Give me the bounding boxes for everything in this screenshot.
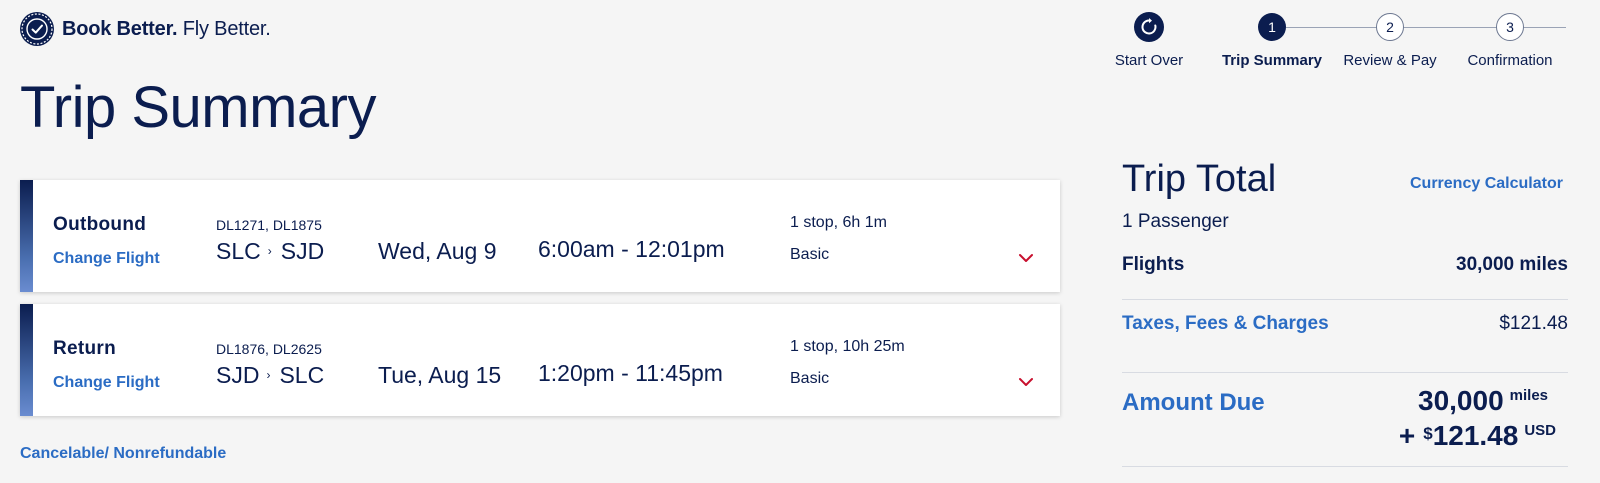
fare-class: Basic bbox=[790, 246, 830, 263]
flight-route: SJD › SLC bbox=[216, 362, 324, 389]
flight-numbers: DL1876, DL2625 bbox=[216, 341, 322, 357]
logo-tagline-normal: Fly Better. bbox=[177, 17, 271, 40]
taxes-fees-value: $121.48 bbox=[1499, 313, 1568, 334]
currency-calculator-link[interactable]: Currency Calculator bbox=[1410, 175, 1563, 193]
amount-due-label: Amount Due bbox=[1122, 389, 1265, 416]
chevron-down-icon[interactable] bbox=[1018, 252, 1034, 264]
fare-class: Basic bbox=[790, 370, 830, 387]
amount-due-usd: + $ 121.48 USD bbox=[1399, 420, 1556, 452]
step-3-circle: 3 bbox=[1496, 13, 1524, 41]
due-usd-unit: USD bbox=[1524, 422, 1556, 439]
flights-cost-label: Flights bbox=[1122, 254, 1185, 275]
flight-numbers: DL1271, DL1875 bbox=[216, 217, 322, 233]
step-2-circle: 2 bbox=[1376, 13, 1404, 41]
card-accent-bar bbox=[20, 180, 33, 292]
origin-code: SJD bbox=[216, 362, 260, 388]
trip-total-title: Trip Total bbox=[1122, 158, 1277, 200]
start-over-button[interactable] bbox=[1134, 12, 1164, 42]
due-miles-value: 30,000 bbox=[1418, 385, 1504, 416]
stepper-line bbox=[1286, 27, 1566, 28]
route-arrow-icon: › bbox=[267, 243, 272, 258]
destination-code: SLC bbox=[279, 362, 325, 388]
destination-code: SJD bbox=[280, 238, 325, 264]
booking-stepper: Start Over 1 Trip Summary 2 Review & Pay… bbox=[1100, 10, 1600, 80]
flight-times: 6:00am - 12:01pm bbox=[538, 236, 725, 262]
logo-tagline: Book Better. Fly Better. bbox=[62, 18, 271, 41]
page-title: Trip Summary bbox=[20, 75, 377, 140]
card-accent-bar bbox=[20, 304, 33, 416]
logo-tagline-bold: Book Better. bbox=[62, 17, 178, 40]
refresh-icon bbox=[1141, 18, 1157, 35]
taxes-fees-link[interactable]: Taxes, Fees & Charges bbox=[1122, 313, 1329, 335]
flight-date: Tue, Aug 15 bbox=[378, 362, 502, 388]
flight-direction: Outbound bbox=[53, 214, 147, 235]
flight-card-outbound: Outbound Change Flight DL1271, DL1875 SL… bbox=[20, 180, 1060, 292]
cancel-policy-link[interactable]: Cancelable/ Nonrefundable bbox=[20, 445, 226, 463]
step-1-circle: 1 bbox=[1258, 13, 1286, 41]
flight-card-return: Return Change Flight DL1876, DL2625 SJD … bbox=[20, 304, 1060, 416]
chevron-down-icon[interactable] bbox=[1018, 376, 1034, 388]
flight-direction: Return bbox=[53, 338, 117, 359]
passenger-count: 1 Passenger bbox=[1122, 211, 1229, 232]
divider bbox=[1122, 466, 1568, 467]
currency-symbol: $ bbox=[1423, 424, 1433, 443]
origin-code: SLC bbox=[216, 238, 261, 264]
flight-times: 1:20pm - 11:45pm bbox=[538, 360, 723, 386]
step-2-label: Review & Pay bbox=[1343, 52, 1437, 69]
flights-cost-value: 30,000 miles bbox=[1456, 254, 1568, 275]
delta-widget-icon bbox=[20, 12, 54, 46]
change-flight-link[interactable]: Change Flight bbox=[53, 250, 160, 268]
divider bbox=[1122, 372, 1568, 373]
flight-date: Wed, Aug 9 bbox=[378, 238, 497, 264]
flight-stops: 1 stop, 6h 1m bbox=[790, 214, 887, 231]
step-3-label: Confirmation bbox=[1467, 52, 1553, 69]
step-1-label: Trip Summary bbox=[1221, 52, 1323, 69]
start-over-label[interactable]: Start Over bbox=[1115, 52, 1183, 69]
amount-due-miles: 30,000 miles bbox=[1418, 385, 1548, 417]
due-usd-value: 121.48 bbox=[1432, 420, 1519, 451]
flight-route: SLC › SJD bbox=[216, 238, 324, 265]
logo[interactable]: Book Better. Fly Better. bbox=[20, 12, 271, 46]
divider bbox=[1122, 299, 1568, 300]
change-flight-link[interactable]: Change Flight bbox=[53, 374, 160, 392]
plus-sign: + bbox=[1398, 420, 1416, 451]
flight-stops: 1 stop, 10h 25m bbox=[790, 338, 905, 355]
due-miles-unit: miles bbox=[1509, 387, 1548, 404]
route-arrow-icon: › bbox=[266, 367, 271, 382]
